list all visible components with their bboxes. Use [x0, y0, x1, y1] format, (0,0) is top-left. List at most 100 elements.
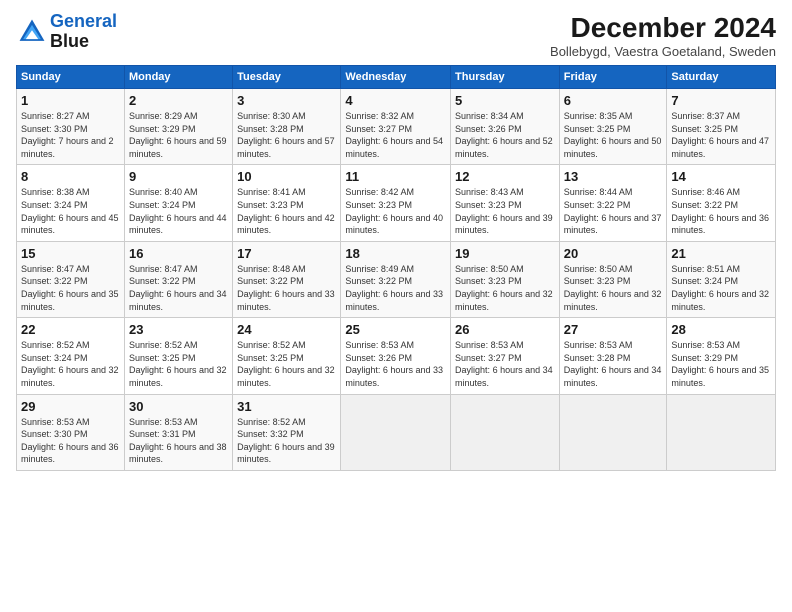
calendar-cell: 15 Sunrise: 8:47 AMSunset: 3:22 PMDayligh…: [17, 241, 125, 317]
calendar-cell: 14Sunrise: 8:46 AMSunset: 3:22 PMDayligh…: [667, 165, 776, 241]
header: General Blue December 2024 Bollebygd, Va…: [16, 12, 776, 59]
calendar-cell: 25 Sunrise: 8:53 AMSunset: 3:26 PMDayligh…: [341, 318, 451, 394]
day-number: 29: [21, 399, 120, 414]
day-detail: Sunrise: 8:53 AMSunset: 3:31 PMDaylight:…: [129, 416, 228, 466]
day-number: 20: [564, 246, 663, 261]
calendar-cell: 11 Sunrise: 8:42 AMSunset: 3:23 PMDayligh…: [341, 165, 451, 241]
calendar-cell: 6Sunrise: 8:35 AMSunset: 3:25 PMDaylight…: [559, 89, 667, 165]
day-detail: Sunrise: 8:53 AMSunset: 3:27 PMDaylight:…: [455, 339, 555, 389]
day-number: 12: [455, 169, 555, 184]
day-detail: Sunrise: 8:51 AMSunset: 3:24 PMDaylight:…: [671, 263, 771, 313]
calendar-week-row: 22 Sunrise: 8:52 AMSunset: 3:24 PMDayligh…: [17, 318, 776, 394]
day-number: 2: [129, 93, 228, 108]
day-number: 9: [129, 169, 228, 184]
column-header-saturday: Saturday: [667, 66, 776, 89]
column-header-monday: Monday: [124, 66, 232, 89]
day-detail: Sunrise: 8:50 AMSunset: 3:23 PMDaylight:…: [455, 263, 555, 313]
calendar-cell: 5 Sunrise: 8:34 AMSunset: 3:26 PMDaylight…: [451, 89, 560, 165]
day-detail: Sunrise: 8:53 AMSunset: 3:28 PMDaylight:…: [564, 339, 663, 389]
day-number: 23: [129, 322, 228, 337]
calendar-cell: [559, 394, 667, 470]
day-detail: Sunrise: 8:30 AMSunset: 3:28 PMDaylight:…: [237, 110, 336, 160]
day-number: 18: [345, 246, 446, 261]
day-detail: Sunrise: 8:52 AMSunset: 3:32 PMDaylight:…: [237, 416, 336, 466]
page: General Blue December 2024 Bollebygd, Va…: [0, 0, 792, 612]
calendar-cell: 19 Sunrise: 8:50 AMSunset: 3:23 PMDayligh…: [451, 241, 560, 317]
calendar-cell: [341, 394, 451, 470]
day-detail: Sunrise: 8:53 AMSunset: 3:29 PMDaylight:…: [671, 339, 771, 389]
column-header-friday: Friday: [559, 66, 667, 89]
calendar-cell: 16 Sunrise: 8:47 AMSunset: 3:22 PMDayligh…: [124, 241, 232, 317]
day-detail: Sunrise: 8:29 AMSunset: 3:29 PMDaylight:…: [129, 110, 228, 160]
day-number: 5: [455, 93, 555, 108]
day-detail: Sunrise: 8:34 AMSunset: 3:26 PMDaylight:…: [455, 110, 555, 160]
day-detail: Sunrise: 8:49 AMSunset: 3:22 PMDaylight:…: [345, 263, 446, 313]
calendar-week-row: 29 Sunrise: 8:53 AMSunset: 3:30 PMDayligh…: [17, 394, 776, 470]
day-detail: Sunrise: 8:52 AMSunset: 3:25 PMDaylight:…: [237, 339, 336, 389]
column-header-tuesday: Tuesday: [233, 66, 341, 89]
day-number: 28: [671, 322, 771, 337]
calendar-cell: 17 Sunrise: 8:48 AMSunset: 3:22 PMDayligh…: [233, 241, 341, 317]
day-number: 6: [564, 93, 663, 108]
calendar-cell: 9 Sunrise: 8:40 AMSunset: 3:24 PMDaylight…: [124, 165, 232, 241]
day-detail: Sunrise: 8:43 AMSunset: 3:23 PMDaylight:…: [455, 186, 555, 236]
day-number: 25: [345, 322, 446, 337]
day-number: 8: [21, 169, 120, 184]
day-detail: Sunrise: 8:47 AMSunset: 3:22 PMDaylight:…: [129, 263, 228, 313]
calendar-cell: 27Sunrise: 8:53 AMSunset: 3:28 PMDayligh…: [559, 318, 667, 394]
calendar-cell: 18 Sunrise: 8:49 AMSunset: 3:22 PMDayligh…: [341, 241, 451, 317]
calendar-cell: 28 Sunrise: 8:53 AMSunset: 3:29 PMDayligh…: [667, 318, 776, 394]
calendar-cell: 8Sunrise: 8:38 AMSunset: 3:24 PMDaylight…: [17, 165, 125, 241]
day-number: 3: [237, 93, 336, 108]
calendar-header-row: SundayMondayTuesdayWednesdayThursdayFrid…: [17, 66, 776, 89]
day-number: 19: [455, 246, 555, 261]
day-detail: Sunrise: 8:27 AMSunset: 3:30 PMDaylight:…: [21, 110, 120, 160]
calendar-week-row: 8Sunrise: 8:38 AMSunset: 3:24 PMDaylight…: [17, 165, 776, 241]
day-number: 13: [564, 169, 663, 184]
day-detail: Sunrise: 8:48 AMSunset: 3:22 PMDaylight:…: [237, 263, 336, 313]
day-number: 21: [671, 246, 771, 261]
day-number: 11: [345, 169, 446, 184]
calendar-cell: 20 Sunrise: 8:50 AMSunset: 3:23 PMDayligh…: [559, 241, 667, 317]
day-detail: Sunrise: 8:44 AMSunset: 3:22 PMDaylight:…: [564, 186, 663, 236]
calendar-cell: 7Sunrise: 8:37 AMSunset: 3:25 PMDaylight…: [667, 89, 776, 165]
calendar-cell: [667, 394, 776, 470]
calendar-week-row: 15 Sunrise: 8:47 AMSunset: 3:22 PMDayligh…: [17, 241, 776, 317]
location-subtitle: Bollebygd, Vaestra Goetaland, Sweden: [550, 44, 776, 59]
month-title: December 2024: [550, 12, 776, 44]
day-detail: Sunrise: 8:52 AMSunset: 3:25 PMDaylight:…: [129, 339, 228, 389]
calendar-cell: 4Sunrise: 8:32 AMSunset: 3:27 PMDaylight…: [341, 89, 451, 165]
day-number: 1: [21, 93, 120, 108]
day-detail: Sunrise: 8:53 AMSunset: 3:26 PMDaylight:…: [345, 339, 446, 389]
day-detail: Sunrise: 8:47 AMSunset: 3:22 PMDaylight:…: [21, 263, 120, 313]
calendar-cell: 12 Sunrise: 8:43 AMSunset: 3:23 PMDayligh…: [451, 165, 560, 241]
calendar-cell: [451, 394, 560, 470]
calendar-table: SundayMondayTuesdayWednesdayThursdayFrid…: [16, 65, 776, 471]
calendar-cell: 31 Sunrise: 8:52 AMSunset: 3:32 PMDayligh…: [233, 394, 341, 470]
calendar-cell: 2 Sunrise: 8:29 AMSunset: 3:29 PMDaylight…: [124, 89, 232, 165]
day-detail: Sunrise: 8:53 AMSunset: 3:30 PMDaylight:…: [21, 416, 120, 466]
day-detail: Sunrise: 8:52 AMSunset: 3:24 PMDaylight:…: [21, 339, 120, 389]
calendar-cell: 10Sunrise: 8:41 AMSunset: 3:23 PMDayligh…: [233, 165, 341, 241]
day-number: 17: [237, 246, 336, 261]
title-block: December 2024 Bollebygd, Vaestra Goetala…: [550, 12, 776, 59]
day-detail: Sunrise: 8:50 AMSunset: 3:23 PMDaylight:…: [564, 263, 663, 313]
day-number: 30: [129, 399, 228, 414]
day-number: 22: [21, 322, 120, 337]
day-number: 16: [129, 246, 228, 261]
calendar-cell: 29 Sunrise: 8:53 AMSunset: 3:30 PMDayligh…: [17, 394, 125, 470]
day-detail: Sunrise: 8:40 AMSunset: 3:24 PMDaylight:…: [129, 186, 228, 236]
day-detail: Sunrise: 8:37 AMSunset: 3:25 PMDaylight:…: [671, 110, 771, 160]
logo-text: General Blue: [50, 12, 117, 52]
calendar-cell: 22 Sunrise: 8:52 AMSunset: 3:24 PMDayligh…: [17, 318, 125, 394]
day-detail: Sunrise: 8:42 AMSunset: 3:23 PMDaylight:…: [345, 186, 446, 236]
day-number: 15: [21, 246, 120, 261]
calendar-cell: 24 Sunrise: 8:52 AMSunset: 3:25 PMDayligh…: [233, 318, 341, 394]
day-number: 4: [345, 93, 446, 108]
calendar-week-row: 1 Sunrise: 8:27 AMSunset: 3:30 PMDaylight…: [17, 89, 776, 165]
day-number: 26: [455, 322, 555, 337]
day-number: 10: [237, 169, 336, 184]
calendar-cell: 1 Sunrise: 8:27 AMSunset: 3:30 PMDaylight…: [17, 89, 125, 165]
day-number: 31: [237, 399, 336, 414]
day-number: 24: [237, 322, 336, 337]
